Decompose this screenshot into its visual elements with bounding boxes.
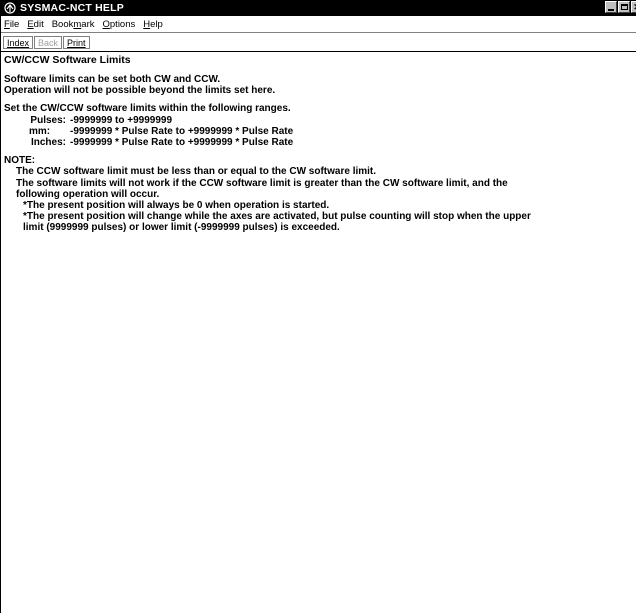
range-label-inches: Inches: bbox=[30, 137, 66, 149]
range-value-inches: -9999999 * Pulse Rate to +9999999 * Puls… bbox=[70, 137, 294, 149]
maximize-icon bbox=[620, 4, 628, 10]
minimize-button[interactable] bbox=[605, 1, 617, 13]
range-label-mm: mm: bbox=[29, 125, 51, 137]
menu-help[interactable]: Help bbox=[139, 19, 167, 30]
note-line-2: The software limits will not work if the… bbox=[16, 177, 508, 189]
title-bar[interactable]: SYSMAC-NCT HELP ✕ bbox=[1, 0, 636, 16]
menu-bookmark[interactable]: Bookmark bbox=[48, 19, 99, 30]
topic-content: CW/CCW Software Limits Software limits c… bbox=[4, 53, 634, 613]
range-label-pulses: Pulses: bbox=[30, 114, 66, 126]
sub-note-1: *The present position will always be 0 w… bbox=[23, 200, 330, 212]
menu-options-accel: O bbox=[102, 18, 110, 30]
app-icon bbox=[4, 2, 16, 14]
menu-bookmark-rest: ark bbox=[81, 18, 95, 30]
print-button[interactable]: Print bbox=[63, 35, 90, 49]
range-intro: Set the CW/CCW software limits within th… bbox=[4, 103, 291, 115]
back-button[interactable]: Back bbox=[34, 35, 63, 49]
range-value-mm: -9999999 * Pulse Rate to +9999999 * Puls… bbox=[70, 125, 294, 137]
menu-options-rest: ptions bbox=[109, 18, 136, 30]
menu-file-rest: ile bbox=[9, 18, 20, 30]
menu-edit-rest: dit bbox=[33, 18, 44, 30]
button-bar: Index Back Print bbox=[1, 33, 636, 52]
minimize-icon bbox=[608, 8, 614, 11]
menu-options[interactable]: Options bbox=[99, 19, 140, 30]
intro-line-2: Operation will not be possible beyond th… bbox=[4, 85, 276, 97]
sub-note-3: limit (9999999 pulses) or lower limit (-… bbox=[23, 222, 340, 234]
menu-bar: File Edit Bookmark Options Help bbox=[1, 16, 636, 33]
topic-title: CW/CCW Software Limits bbox=[4, 54, 131, 66]
menu-bookmark-pre: Book bbox=[51, 18, 74, 30]
menu-file[interactable]: File bbox=[1, 19, 23, 30]
menu-help-rest: elp bbox=[150, 18, 163, 30]
sub-note-2: *The present position will change while … bbox=[23, 211, 531, 223]
help-window: SYSMAC-NCT HELP ✕ File Edit Bookmark Opt… bbox=[0, 0, 636, 613]
index-button[interactable]: Index bbox=[3, 35, 34, 49]
range-value-pulses: -9999999 to +9999999 bbox=[70, 114, 173, 126]
note-heading: NOTE: bbox=[4, 155, 36, 167]
note-line-1: The CCW software limit must be less than… bbox=[16, 166, 377, 178]
close-button[interactable]: ✕ bbox=[631, 1, 636, 13]
window-controls: ✕ bbox=[605, 1, 636, 13]
range-row-pulses: Pulses: -9999999 to +9999999 bbox=[4, 115, 634, 126]
note-line-3: following operation will occur. bbox=[16, 188, 160, 200]
intro-line-1: Software limits can be set both CW and C… bbox=[4, 74, 221, 85]
range-row-mm: mm: -9999999 * Pulse Rate to +9999999 * … bbox=[4, 126, 634, 137]
range-row-inches: Inches: -9999999 * Pulse Rate to +999999… bbox=[4, 137, 634, 148]
menu-edit[interactable]: Edit bbox=[23, 19, 47, 30]
window-title: SYSMAC-NCT HELP bbox=[20, 2, 124, 14]
maximize-button[interactable] bbox=[618, 1, 630, 13]
